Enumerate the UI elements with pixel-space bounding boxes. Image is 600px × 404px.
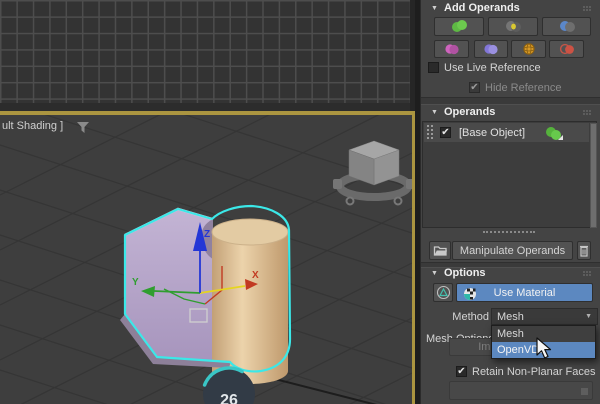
- boolean-attach-button[interactable]: [474, 40, 508, 58]
- use-live-reference-checkbox[interactable]: [428, 62, 439, 73]
- hide-reference-label: Hide Reference: [485, 82, 561, 94]
- method-dropdown[interactable]: Mesh ▼: [491, 308, 598, 325]
- drag-handle-icon[interactable]: [427, 125, 433, 139]
- use-live-reference-label[interactable]: Use Live Reference: [444, 62, 541, 74]
- hide-reference-checkbox: ✔: [469, 82, 480, 93]
- union-green-icon[interactable]: [543, 124, 565, 142]
- axis-label-z: Z: [204, 229, 210, 240]
- rollout-grip-icon[interactable]: [583, 271, 585, 273]
- method-label: Method: [426, 311, 489, 323]
- operand-item-label[interactable]: [Base Object]: [459, 127, 525, 139]
- open-operand-button[interactable]: [429, 241, 451, 260]
- viewcube[interactable]: [333, 141, 412, 205]
- boolean-subtract-button[interactable]: [542, 17, 591, 36]
- disabled-options-bar: [449, 381, 593, 400]
- filter-funnel-icon[interactable]: [76, 121, 90, 134]
- merge-icon: [442, 42, 462, 56]
- list-scrollbar[interactable]: [590, 123, 597, 228]
- folder-icon: [433, 244, 448, 257]
- operand-display-button[interactable]: [433, 283, 453, 302]
- command-panel: ▼ Add Operands: [420, 0, 600, 404]
- viewport-shading-label[interactable]: ult Shading ]: [2, 120, 63, 132]
- application-window: X Y Z 26 ul: [0, 0, 600, 404]
- rollout-divider: [421, 97, 600, 105]
- operands-list[interactable]: ✔ [Base Object]: [422, 121, 597, 228]
- mouse-cursor: [536, 337, 560, 363]
- rollout-title-operands[interactable]: Operands: [444, 106, 495, 118]
- checker-material-icon: [463, 287, 477, 301]
- axis-label-y: Y: [132, 277, 139, 288]
- chevron-down-icon: ▼: [585, 313, 592, 320]
- use-material-label: Use Material: [494, 287, 556, 299]
- subtract-icon: [556, 19, 578, 34]
- rollout-grip-icon[interactable]: [583, 6, 585, 8]
- union-icon: [448, 19, 470, 34]
- scrollbar-thumb[interactable]: [590, 123, 597, 228]
- imprint-icon: [557, 42, 577, 56]
- remove-operand-button[interactable]: [577, 241, 591, 260]
- attach-icon: [481, 42, 501, 56]
- rollout-collapse-icon[interactable]: ▼: [431, 108, 438, 118]
- boolean-insert-button[interactable]: [511, 40, 546, 58]
- retain-non-planar-label[interactable]: Retain Non-Planar Faces: [472, 366, 596, 378]
- rollout-collapse-icon[interactable]: ▼: [431, 269, 438, 279]
- rollout-title-options[interactable]: Options: [444, 267, 486, 279]
- manipulate-operands-label: Manipulate Operands: [460, 245, 565, 257]
- perspective-viewport[interactable]: X Y Z 26 ul: [0, 115, 412, 404]
- operand-display-icon: [436, 285, 451, 300]
- insert-icon: [519, 42, 539, 56]
- rollout-collapse-icon[interactable]: ▼: [431, 4, 438, 14]
- ortho-viewport[interactable]: [0, 0, 410, 103]
- grip-square-icon: [581, 388, 588, 395]
- cylinder-top: [212, 219, 288, 245]
- boolean-merge-button[interactable]: [434, 40, 469, 58]
- boolean-union-button[interactable]: [434, 17, 484, 36]
- boolean-intersect-button[interactable]: [488, 17, 538, 36]
- use-material-button[interactable]: Use Material: [456, 283, 593, 302]
- rollout-title-add-operands[interactable]: Add Operands: [444, 2, 520, 14]
- retain-non-planar-checkbox[interactable]: ✔: [456, 366, 467, 377]
- method-value: Mesh: [492, 311, 524, 323]
- operand-list-item[interactable]: ✔ [Base Object]: [424, 123, 589, 142]
- list-resize-handle[interactable]: [483, 231, 535, 236]
- axis-label-x: X: [252, 270, 259, 281]
- rollout-grip-icon[interactable]: [583, 110, 585, 112]
- operand-visible-checkbox[interactable]: ✔: [440, 127, 451, 138]
- manipulate-operands-button[interactable]: Manipulate Operands: [452, 241, 573, 260]
- badge-number: 26: [220, 392, 238, 404]
- viewport-scene: X Y Z 26: [0, 115, 412, 404]
- viewport-gap: [0, 103, 410, 111]
- intersect-icon: [502, 19, 524, 34]
- trash-icon: [579, 244, 589, 257]
- boolean-imprint-button[interactable]: [549, 40, 584, 58]
